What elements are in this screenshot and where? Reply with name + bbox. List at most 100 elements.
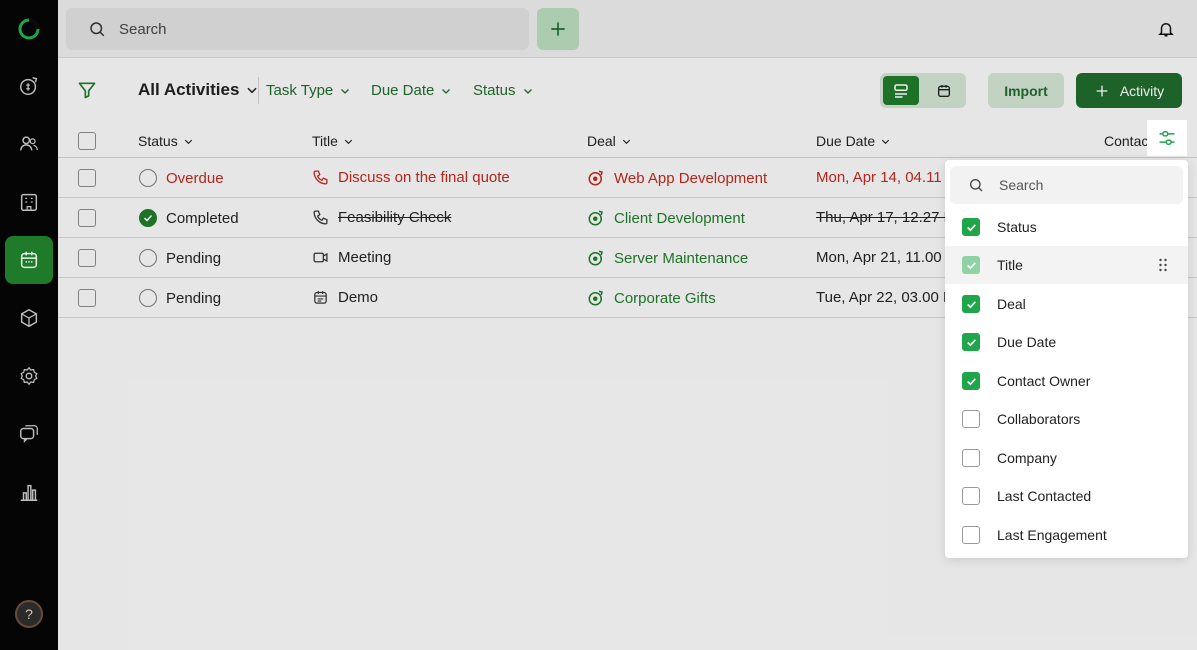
column-search-placeholder: Search — [999, 177, 1044, 193]
plus-icon — [1096, 85, 1108, 96]
checkbox-checked[interactable] — [962, 333, 980, 351]
sidebar-item-messages[interactable] — [5, 410, 53, 458]
checkbox-checked[interactable] — [962, 256, 980, 274]
chevron-down-icon — [341, 88, 350, 94]
column-option-collaborators[interactable]: Collaborators — [945, 400, 1188, 438]
sidebar-item-contacts[interactable] — [5, 120, 53, 168]
checkbox-unchecked[interactable] — [962, 487, 980, 505]
bell-icon[interactable] — [1157, 19, 1175, 39]
title-cell[interactable]: Meeting — [312, 249, 391, 266]
column-option-last-contacted[interactable]: Last Contacted — [945, 477, 1188, 515]
header-contact-owner[interactable]: Contac — [1104, 133, 1148, 149]
filter-task-type[interactable]: Task Type — [266, 82, 351, 99]
filter-label: Due Date — [371, 82, 435, 99]
sidebar-item-reports[interactable] — [5, 468, 53, 516]
sidebar-item-products[interactable] — [5, 294, 53, 342]
deal-cell[interactable]: Server Maintenance — [587, 249, 748, 267]
drag-handle-icon[interactable] — [1158, 258, 1168, 272]
search-placeholder: Search — [119, 20, 167, 38]
checkbox-checked[interactable] — [962, 372, 980, 390]
row-checkbox[interactable] — [78, 289, 96, 307]
deal-cell[interactable]: Web App Development — [587, 169, 767, 187]
video-icon — [313, 252, 328, 263]
status-label: Completed — [166, 209, 239, 227]
chevron-down-icon — [523, 88, 532, 94]
row-checkbox[interactable] — [78, 169, 96, 187]
header-status[interactable]: Status — [138, 133, 194, 149]
status-circle-icon[interactable] — [139, 169, 157, 187]
app-logo[interactable] — [17, 17, 41, 41]
add-activity-button[interactable]: Activity — [1076, 73, 1182, 108]
checkbox-unchecked[interactable] — [962, 449, 980, 467]
row-checkbox[interactable] — [78, 249, 96, 267]
chevron-down-icon — [344, 139, 353, 144]
column-option-due-date[interactable]: Due Date — [945, 323, 1188, 361]
import-button[interactable]: Import — [988, 73, 1064, 108]
deal-icon — [588, 170, 603, 186]
due-date-label: Tue, Apr 22, 03.00 PM — [816, 289, 946, 306]
column-option-status[interactable]: Status — [945, 208, 1188, 246]
column-option-contact-owner[interactable]: Contact Owner — [945, 362, 1188, 400]
column-option-label: Last Contacted — [997, 488, 1092, 504]
sidebar-item-companies[interactable] — [5, 178, 53, 226]
calendar-icon — [20, 251, 38, 269]
deal-cell[interactable]: Client Development — [587, 209, 745, 227]
column-option-last-engagement[interactable]: Last Engagement — [945, 516, 1188, 554]
status-cell: Overdue — [139, 169, 224, 187]
sidebar-item-activities[interactable] — [5, 236, 53, 284]
quick-add-button[interactable] — [537, 8, 579, 50]
view-title: All Activities — [138, 80, 240, 99]
select-all-checkbox[interactable] — [78, 132, 96, 150]
global-search-input[interactable]: Search — [66, 8, 529, 50]
filter-icon[interactable] — [77, 80, 97, 100]
deal-label: Server Maintenance — [614, 249, 749, 267]
import-label: Import — [1004, 82, 1048, 99]
checkbox-checked[interactable] — [962, 295, 980, 313]
deal-cell[interactable]: Corporate Gifts — [587, 289, 716, 307]
title-cell[interactable]: Demo — [312, 289, 378, 306]
check-circle-icon[interactable] — [139, 209, 157, 227]
topbar: Search — [58, 0, 1197, 58]
deal-label: Web App Development — [614, 169, 768, 187]
header-label: Due Date — [816, 133, 876, 149]
sidebar-item-deals[interactable] — [5, 62, 53, 110]
deal-icon — [588, 210, 603, 226]
title-cell[interactable]: Feasibility Check — [312, 209, 451, 226]
checkbox-unchecked[interactable] — [962, 410, 980, 428]
list-view-button[interactable] — [883, 76, 919, 105]
status-cell: Pending — [139, 289, 221, 307]
list-view-icon — [894, 83, 908, 98]
column-option-company[interactable]: Company — [945, 439, 1188, 477]
divider — [258, 77, 259, 104]
checkbox-checked[interactable] — [962, 218, 980, 236]
header-label: Title — [312, 133, 338, 149]
header-due-date[interactable]: Due Date — [816, 133, 891, 149]
title-label: Demo — [338, 289, 379, 306]
column-search-input[interactable]: Search — [950, 166, 1183, 204]
table-header: Status Title Deal Due Date — [58, 124, 1197, 158]
due-date-cell: Mon, Apr 14, 04.11 P — [816, 169, 946, 186]
filter-status[interactable]: Status — [473, 82, 534, 99]
column-visibility-menu: Search Status Title Deal Due Date Contac… — [945, 160, 1188, 558]
title-label: Discuss on the final quote — [338, 169, 510, 186]
status-circle-icon[interactable] — [139, 289, 157, 307]
row-checkbox[interactable] — [78, 209, 96, 227]
header-deal[interactable]: Deal — [587, 133, 632, 149]
chevron-down-icon — [622, 139, 630, 144]
checkbox-unchecked[interactable] — [962, 526, 980, 544]
title-cell[interactable]: Discuss on the final quote — [312, 169, 510, 186]
calendar-icon — [938, 84, 950, 97]
column-settings-button[interactable] — [1147, 120, 1187, 156]
status-circle-icon[interactable] — [139, 249, 157, 267]
avatar[interactable]: ? — [15, 600, 43, 628]
column-option-title[interactable]: Title — [945, 246, 1188, 284]
due-date-label: Thu, Apr 17, 12.27 PM — [816, 209, 946, 226]
filter-due-date[interactable]: Due Date — [371, 82, 452, 99]
sidebar-item-settings[interactable] — [5, 352, 53, 400]
view-selector[interactable]: All Activities — [138, 80, 259, 100]
header-title[interactable]: Title — [312, 133, 354, 149]
due-date-label: Mon, Apr 21, 11.00 AM — [816, 249, 946, 266]
column-option-deal[interactable]: Deal — [945, 285, 1188, 323]
status-label: Overdue — [166, 169, 224, 187]
calendar-view-button[interactable] — [926, 76, 962, 105]
